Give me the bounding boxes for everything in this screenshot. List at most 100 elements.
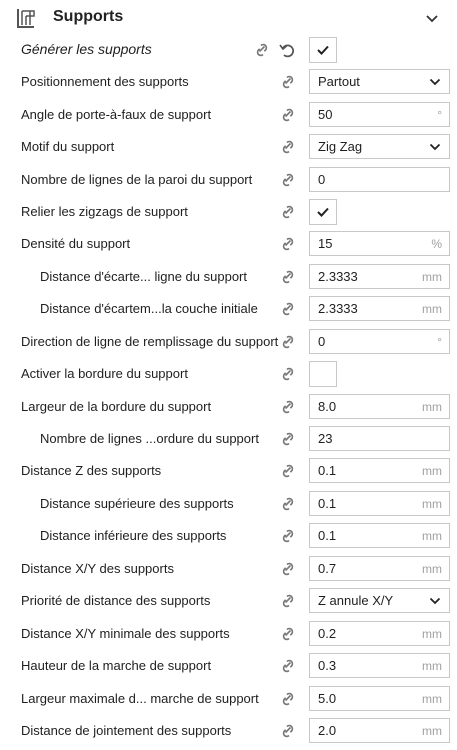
setting-row: Priorité de distance des supports Z annul…: [0, 585, 457, 617]
setting-row: Distance inférieure des supports 0.1 mm: [0, 520, 457, 552]
setting-label: Priorité de distance des supports: [21, 593, 211, 608]
setting-input[interactable]: 8.0 mm: [309, 394, 450, 419]
link-icon[interactable]: [279, 107, 297, 123]
link-icon[interactable]: [279, 74, 297, 90]
setting-input[interactable]: 2.3333 mm: [309, 296, 450, 321]
setting-value: 0.1: [318, 528, 337, 543]
setting-input[interactable]: 50 °: [309, 102, 450, 127]
setting-label: Densité du support: [21, 236, 131, 251]
chevron-down-icon: [429, 143, 441, 151]
section-header-supports[interactable]: Supports: [0, 0, 457, 34]
setting-input[interactable]: 23: [309, 426, 450, 451]
setting-checkbox[interactable]: [309, 199, 337, 225]
setting-label: Distance de jointement des supports: [21, 723, 232, 738]
setting-value: 2.3333: [318, 301, 358, 316]
setting-row: Angle de porte-à-faux de support 50 °: [0, 99, 457, 131]
link-icon[interactable]: [279, 301, 297, 317]
chevron-down-icon: [429, 78, 441, 86]
reset-icon[interactable]: [278, 42, 296, 58]
setting-unit: mm: [422, 302, 442, 316]
setting-input[interactable]: 15%: [309, 231, 450, 256]
setting-label: Distance Z des supports: [21, 463, 162, 478]
setting-label: Nombre de lignes ...ordure du support: [40, 431, 259, 446]
setting-row: Distance d'écarte... ligne du support 2.3…: [0, 261, 457, 293]
setting-input[interactable]: 0: [309, 167, 450, 192]
setting-checkbox[interactable]: [309, 361, 337, 387]
setting-row: Distance X/Y des supports 0.7 mm: [0, 553, 457, 585]
setting-label: Distance X/Y des supports: [21, 561, 174, 576]
setting-label: Générer les supports: [21, 41, 152, 57]
link-icon[interactable]: [279, 561, 297, 577]
setting-input[interactable]: 0.2 mm: [309, 621, 450, 646]
setting-row: Nombre de lignes ...ordure du support 23: [0, 423, 457, 455]
setting-label: Angle de porte-à-faux de support: [21, 107, 212, 122]
setting-input[interactable]: 0.1 mm: [309, 491, 450, 516]
setting-dropdown[interactable]: Z annule X/Y: [309, 588, 450, 613]
link-icon[interactable]: [279, 496, 297, 512]
setting-label: Nombre de lignes de la paroi du support: [21, 172, 253, 187]
setting-label: Distance supérieure des supports: [40, 496, 234, 511]
link-icon[interactable]: [279, 269, 297, 285]
chevron-down-icon[interactable]: [425, 11, 439, 25]
chevron-down-icon: [429, 597, 441, 605]
setting-unit: mm: [422, 529, 442, 543]
setting-label: Distance d'écarte... ligne du support: [40, 269, 247, 284]
link-icon[interactable]: [279, 463, 297, 479]
link-icon[interactable]: [253, 42, 271, 58]
setting-label: Largeur de la bordure du support: [21, 399, 212, 414]
setting-value: 50: [318, 107, 333, 122]
setting-input[interactable]: 2.0 mm: [309, 718, 450, 743]
link-icon[interactable]: [279, 431, 297, 447]
setting-unit: °: [437, 108, 442, 122]
setting-dropdown[interactable]: Zig Zag: [309, 134, 450, 159]
link-icon[interactable]: [279, 172, 297, 188]
setting-unit: mm: [422, 627, 442, 641]
setting-input[interactable]: 2.3333 mm: [309, 264, 450, 289]
setting-value: Zig Zag: [318, 139, 363, 154]
setting-value: 2.3333: [318, 269, 358, 284]
setting-row: Distance supérieure des supports 0.1 mm: [0, 488, 457, 520]
link-icon[interactable]: [279, 139, 297, 155]
setting-input[interactable]: 5.0 mm: [309, 686, 450, 711]
link-icon[interactable]: [279, 528, 297, 544]
setting-row: Distance X/Y minimale des supports 0.2 mm: [0, 618, 457, 650]
setting-row: Hauteur de la marche de support 0.3 mm: [0, 650, 457, 682]
setting-checkbox[interactable]: [309, 37, 337, 63]
setting-value: 23: [318, 431, 333, 446]
setting-value: 5.0: [318, 691, 337, 706]
setting-input[interactable]: 0.1 mm: [309, 523, 450, 548]
setting-unit: mm: [422, 724, 442, 738]
support-section-icon: [17, 9, 35, 28]
link-icon[interactable]: [279, 236, 297, 252]
setting-label: Relier les zigzags de support: [21, 204, 188, 219]
link-icon[interactable]: [279, 626, 297, 642]
link-icon[interactable]: [279, 334, 297, 350]
setting-label: Motif du support: [21, 139, 115, 154]
section-title: Supports: [53, 8, 124, 25]
setting-value: 0.3: [318, 658, 337, 673]
link-icon[interactable]: [279, 399, 297, 415]
link-icon[interactable]: [279, 593, 297, 609]
setting-label: Distance X/Y minimale des supports: [21, 626, 230, 641]
setting-value: 0.7: [318, 561, 337, 576]
link-icon[interactable]: [279, 204, 297, 220]
setting-input[interactable]: 0.7 mm: [309, 556, 450, 581]
link-icon[interactable]: [279, 723, 297, 739]
setting-row: Distance d'écartem...la couche initiale 2…: [0, 293, 457, 325]
checkmark-icon: [317, 45, 329, 55]
setting-unit: mm: [422, 692, 442, 706]
setting-value: 0.2: [318, 626, 337, 641]
setting-dropdown[interactable]: Partout: [309, 69, 450, 94]
setting-input[interactable]: 0.3 mm: [309, 653, 450, 678]
setting-unit: mm: [422, 270, 442, 284]
settings-panel: Supports Générer les supports Positionnem…: [0, 0, 457, 750]
setting-row: Distance Z des supports 0.1 mm: [0, 455, 457, 487]
setting-value: 0: [318, 172, 326, 187]
setting-input[interactable]: 0.1 mm: [309, 458, 450, 483]
setting-row: Motif du support Zig Zag: [0, 131, 457, 163]
setting-row: Direction de ligne de remplissage du sup…: [0, 326, 457, 358]
setting-input[interactable]: 0 °: [309, 329, 450, 354]
link-icon[interactable]: [279, 366, 297, 382]
link-icon[interactable]: [279, 658, 297, 674]
link-icon[interactable]: [279, 691, 297, 707]
